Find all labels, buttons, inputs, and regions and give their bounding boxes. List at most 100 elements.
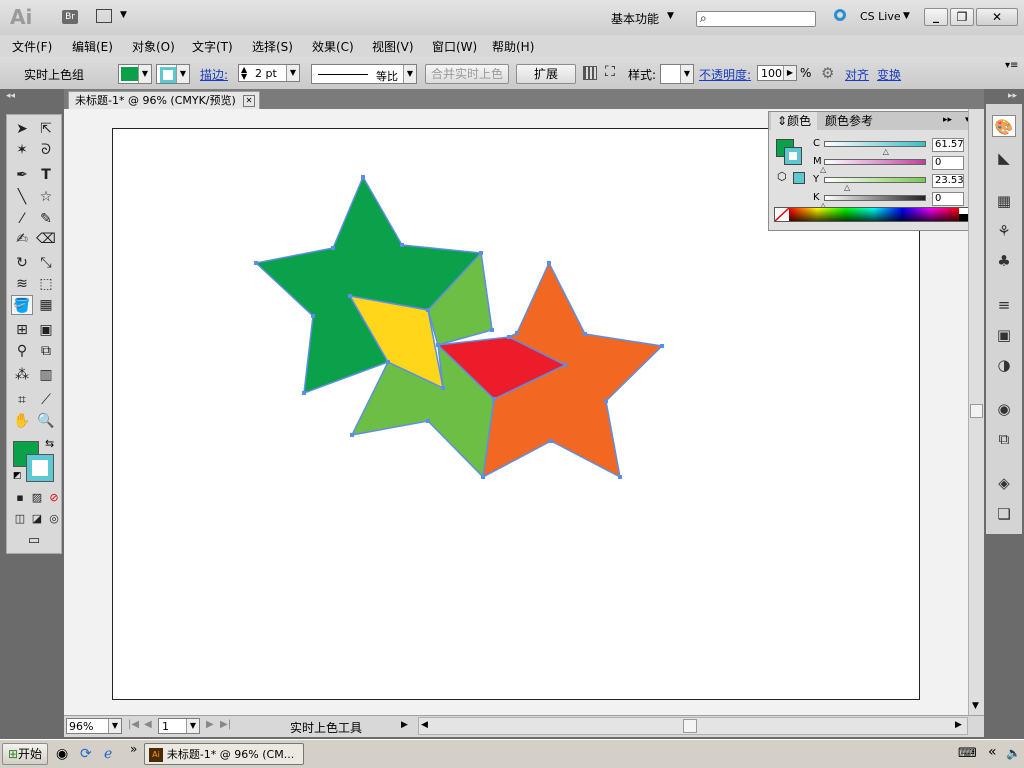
- cslive-button[interactable]: CS Live: [860, 10, 901, 23]
- chrome-icon[interactable]: ◉: [56, 746, 68, 762]
- channel-value-field[interactable]: 0: [932, 156, 964, 170]
- arrange-documents-icon[interactable]: [96, 9, 112, 23]
- eyedropper-tool-icon[interactable]: ⚲: [11, 341, 33, 361]
- line-tool-icon[interactable]: ╲: [11, 187, 33, 207]
- tab-color[interactable]: ⇕颜色: [771, 112, 818, 130]
- volume-icon[interactable]: 🔈: [1006, 746, 1021, 760]
- column-graph-tool-icon[interactable]: ▥: [35, 365, 57, 385]
- color-panel-icon[interactable]: 🎨: [992, 115, 1016, 137]
- quick-launch-more-icon[interactable]: »: [130, 742, 137, 756]
- hand-tool-icon[interactable]: ✋: [11, 411, 33, 431]
- recolor-artwork-icon[interactable]: ⚙: [821, 64, 834, 82]
- paintbrush-tool-icon[interactable]: ⁄: [11, 209, 33, 229]
- stroke-profile-dropdown[interactable]: 等比 ▼: [311, 64, 417, 84]
- screen-mode-icon[interactable]: ▭: [23, 531, 45, 551]
- symbol-sprayer-tool-icon[interactable]: ⁂: [11, 365, 33, 385]
- type-tool-icon[interactable]: T: [35, 165, 57, 185]
- collapse-toolbox-icon[interactable]: ◂◂: [6, 91, 15, 101]
- magic-wand-tool-icon[interactable]: ✶: [11, 140, 33, 160]
- live-paint-options-icon[interactable]: [583, 66, 597, 80]
- selection-tool-icon[interactable]: ➤: [11, 119, 33, 139]
- opacity-field[interactable]: 100 ▶: [757, 65, 797, 81]
- page-dropdown[interactable]: 1 ▼: [158, 718, 200, 734]
- chevron-down-icon[interactable]: ▼: [667, 11, 674, 21]
- none-mode-icon[interactable]: ⊘: [43, 488, 65, 508]
- default-colors-icon[interactable]: ◩: [13, 471, 22, 481]
- stroke-panel-icon[interactable]: ≡: [992, 294, 1016, 316]
- artboards-panel-icon[interactable]: ❏: [992, 503, 1016, 525]
- close-tab-icon[interactable]: ✕: [243, 95, 255, 107]
- menu-view[interactable]: 视图(V): [372, 38, 414, 55]
- blob-brush-tool-icon[interactable]: ✍: [11, 229, 33, 249]
- menu-select[interactable]: 选择(S): [252, 38, 293, 55]
- prev-page-icon[interactable]: ◀: [144, 719, 152, 730]
- none-swatch[interactable]: [774, 207, 790, 222]
- internet-explorer-icon[interactable]: ℯ: [104, 746, 112, 762]
- perspective-grid-tool-icon[interactable]: ▦: [35, 295, 57, 315]
- stroke-color-dropdown[interactable]: ▼: [156, 64, 190, 84]
- fill-color-dropdown[interactable]: ▼: [118, 64, 152, 84]
- merge-live-paint-button[interactable]: 合并实时上色: [425, 64, 509, 84]
- tab-color-guide[interactable]: 颜色参考: [823, 112, 875, 130]
- next-page-icon[interactable]: ▶: [206, 719, 214, 730]
- status-tool-menu[interactable]: 实时上色工具 ▶: [236, 717, 416, 735]
- channel-value-field[interactable]: 61.57: [932, 138, 964, 152]
- graphic-style-dropdown[interactable]: ▼: [660, 64, 694, 84]
- stroke-weight-field[interactable]: ▲ ▼ 2 pt ▼: [238, 64, 300, 82]
- menu-window[interactable]: 窗口(W): [432, 38, 477, 55]
- horizontal-scrollbar[interactable]: ◀ ▶: [418, 717, 968, 735]
- rotate-tool-icon[interactable]: ↻: [11, 253, 33, 273]
- stepper-icon[interactable]: ▲ ▼: [241, 66, 247, 81]
- channel-value-field[interactable]: 0: [932, 192, 964, 206]
- document-tab[interactable]: 未标题-1* @ 96% (CMYK/预览) ✕: [68, 91, 260, 109]
- gradient-panel-icon[interactable]: ▣: [992, 324, 1016, 346]
- chevron-down-icon[interactable]: ▼: [120, 10, 127, 20]
- vertical-scroll-thumb[interactable]: [970, 404, 983, 418]
- mesh-tool-icon[interactable]: ⊞: [11, 320, 33, 340]
- chevron-down-icon[interactable]: ▼: [903, 11, 910, 21]
- appearance-panel-icon[interactable]: ◉: [992, 398, 1016, 420]
- direct-selection-tool-icon[interactable]: ⇱: [35, 119, 57, 139]
- menu-edit[interactable]: 编辑(E): [72, 38, 113, 55]
- start-button[interactable]: ⊞开始: [2, 743, 48, 765]
- star-tool-icon[interactable]: ☆: [35, 187, 57, 207]
- last-page-icon[interactable]: ▶|: [220, 719, 231, 730]
- menu-object[interactable]: 对象(O): [132, 38, 175, 55]
- brushes-panel-icon[interactable]: ⚘: [992, 220, 1016, 242]
- color-spectrum-bar[interactable]: [774, 207, 974, 222]
- channel-slider[interactable]: [824, 177, 926, 183]
- minimize-button[interactable]: _: [924, 8, 948, 26]
- slice-tool-icon[interactable]: ⟋: [35, 390, 57, 410]
- warp-tool-icon[interactable]: ≋: [11, 274, 33, 294]
- menu-effect[interactable]: 效果(C): [312, 38, 354, 55]
- scroll-down-icon[interactable]: ▼: [972, 701, 979, 711]
- vertical-scrollbar[interactable]: ▼: [968, 109, 984, 715]
- symbols-panel-icon[interactable]: ♣: [992, 250, 1016, 272]
- graphic-styles-panel-icon[interactable]: ⧉: [992, 428, 1016, 450]
- channel-slider[interactable]: [824, 141, 926, 147]
- artboard-tool-icon[interactable]: ⌗: [11, 390, 33, 410]
- swap-fill-stroke-icon[interactable]: ⇆: [45, 437, 54, 450]
- color-guide-panel-icon[interactable]: ◣: [992, 147, 1016, 169]
- close-button[interactable]: ✕: [976, 8, 1018, 26]
- restore-button[interactable]: ❐: [950, 8, 974, 26]
- zoom-tool-icon[interactable]: 🔍: [35, 411, 57, 431]
- pencil-tool-icon[interactable]: ✎: [35, 209, 57, 229]
- spectrum[interactable]: [789, 208, 959, 221]
- menu-help[interactable]: 帮助(H): [492, 38, 534, 55]
- blend-tool-icon[interactable]: ⧉: [35, 341, 57, 361]
- collapse-dock-icon[interactable]: ▸▸: [1008, 91, 1017, 101]
- menu-type[interactable]: 文字(T): [192, 38, 233, 55]
- opacity-link[interactable]: 不透明度:: [699, 66, 751, 83]
- workspace-switcher[interactable]: 基本功能: [611, 10, 659, 27]
- draw-inside-icon[interactable]: ◎: [43, 509, 65, 529]
- stroke-color-box[interactable]: [26, 454, 54, 482]
- eraser-tool-icon[interactable]: ⌫: [35, 229, 57, 249]
- channel-slider[interactable]: [824, 195, 926, 201]
- chevron-right-icon[interactable]: ▶: [783, 66, 796, 80]
- transparency-panel-icon[interactable]: ◑: [992, 354, 1016, 376]
- layers-panel-icon[interactable]: ◈: [992, 472, 1016, 494]
- scale-tool-icon[interactable]: ⤡: [35, 253, 57, 273]
- scroll-left-icon[interactable]: ◀: [421, 720, 428, 730]
- horizontal-scroll-thumb[interactable]: [683, 719, 697, 733]
